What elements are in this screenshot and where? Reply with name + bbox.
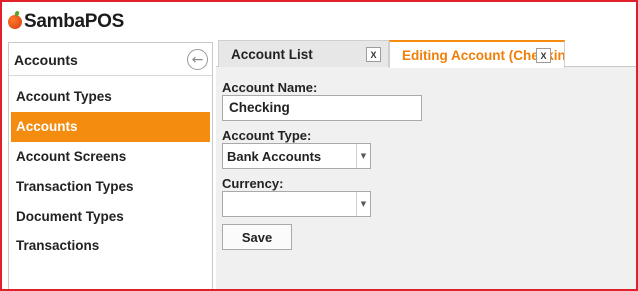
sidebar-item-account-types[interactable]: Account Types	[11, 82, 210, 112]
account-name-input[interactable]: Checking	[222, 95, 422, 121]
dropdown-arrow-icon[interactable]: ▼	[356, 192, 370, 216]
close-tab-button[interactable]: X	[536, 48, 551, 63]
tab-label: Account List	[231, 46, 313, 62]
sidebar-item-account-screens[interactable]: Account Screens	[11, 142, 210, 172]
samba-logo-icon	[8, 15, 22, 29]
account-type-value: Bank Accounts	[227, 149, 322, 164]
tab-bar: Account List X Editing Account (Checking…	[216, 40, 636, 68]
sidebar-menu: Account Types Accounts Account Screens T…	[9, 76, 212, 261]
dropdown-arrow-icon[interactable]: ▼	[356, 144, 370, 168]
currency-select[interactable]: ▼	[222, 191, 371, 217]
sidebar-item-accounts[interactable]: Accounts	[11, 111, 210, 142]
app-logo-text: SambaPOS	[24, 11, 125, 32]
account-edit-form: Account Name: Checking Account Type: Ban…	[222, 80, 422, 250]
sidebar-title: Accounts	[14, 52, 78, 68]
sidebar-item-transactions[interactable]: Transactions	[11, 231, 210, 261]
app-logo: SambaPOS	[8, 11, 124, 33]
back-arrow-icon[interactable]: ←	[187, 49, 208, 70]
account-name-label: Account Name:	[222, 80, 318, 95]
save-button[interactable]: Save	[222, 224, 292, 250]
title-bar: SambaPOS	[2, 2, 636, 40]
tab-account-list[interactable]: Account List X	[218, 40, 389, 67]
currency-label: Currency:	[222, 176, 284, 191]
account-type-label: Account Type:	[222, 128, 312, 143]
sidebar-header: Accounts ←	[9, 43, 212, 76]
close-tab-button[interactable]: X	[366, 47, 381, 62]
tab-editing-account[interactable]: Editing Account (Checking) X	[389, 40, 565, 68]
sidebar-item-transaction-types[interactable]: Transaction Types	[11, 171, 210, 201]
account-type-select[interactable]: Bank Accounts ▼	[222, 143, 371, 169]
content-panel: Account List X Editing Account (Checking…	[216, 40, 636, 289]
sidebar: Accounts ← Account Types Accounts Accoun…	[8, 42, 213, 289]
sidebar-item-document-types[interactable]: Document Types	[11, 201, 210, 231]
